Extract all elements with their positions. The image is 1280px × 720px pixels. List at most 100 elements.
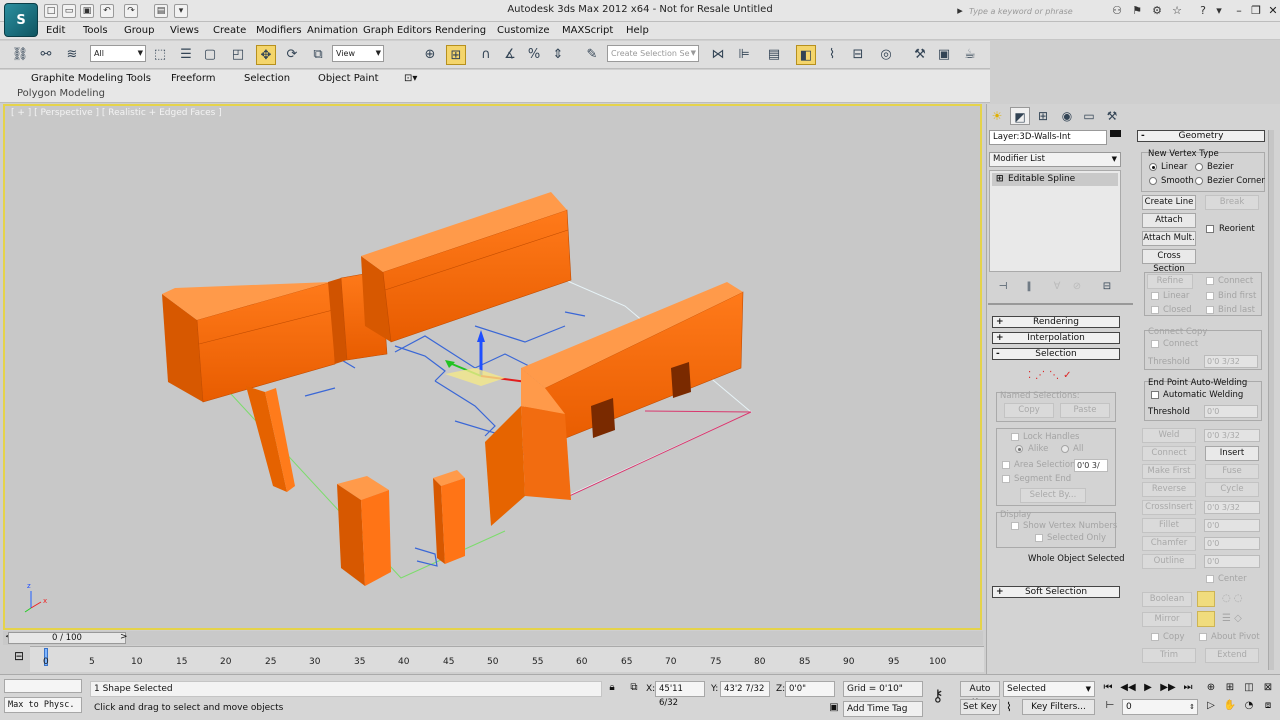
refine-button[interactable]: Refine: [1147, 274, 1193, 289]
tab-selection[interactable]: Selection: [244, 73, 290, 84]
make-unique-icon[interactable]: ∀: [1047, 277, 1067, 297]
insert-button[interactable]: Insert: [1205, 446, 1259, 461]
closed-checkbox[interactable]: [1151, 306, 1159, 314]
help-dropdown-icon[interactable]: ▾: [1212, 4, 1226, 18]
display-panel-icon[interactable]: ▭: [1079, 107, 1099, 125]
rollout-geometry[interactable]: - Geometry: [1137, 130, 1265, 142]
wall-back-tall[interactable]: [361, 192, 572, 343]
sub-object-level-icons[interactable]: ⁚⋰⋱✓: [1028, 370, 1076, 381]
outline-spinner[interactable]: 0'0: [1204, 555, 1260, 568]
copy-checkbox[interactable]: [1151, 633, 1159, 641]
rollout-interpolation[interactable]: + Interpolation: [992, 332, 1120, 344]
keyword-search-input[interactable]: Type a keyword or phrase: [965, 4, 1095, 19]
absolute-mode-icon[interactable]: ⧉: [626, 681, 642, 695]
bezier-radio[interactable]: [1195, 163, 1203, 171]
alike-radio[interactable]: [1015, 445, 1023, 453]
boolean-button[interactable]: Boolean: [1142, 592, 1192, 607]
help-icon[interactable]: ?: [1196, 4, 1210, 18]
menu-tools[interactable]: Tools: [83, 25, 108, 36]
zoom-icon[interactable]: ⊕: [1203, 681, 1219, 695]
menu-group[interactable]: Group: [124, 25, 154, 36]
tab-graphite-modeling-tools[interactable]: Graphite Modeling Tools: [31, 73, 151, 84]
render-setup-icon[interactable]: ⚒: [910, 45, 930, 65]
go-to-start-icon[interactable]: ⏮: [1100, 681, 1116, 695]
chamfer-spinner[interactable]: 0'0: [1204, 537, 1260, 550]
selection-filter-dropdown[interactable]: All ▼: [90, 45, 146, 62]
schematic-view-icon[interactable]: ⊟: [848, 45, 868, 65]
layer-name-field[interactable]: Layer:3D-Walls-Int: [989, 130, 1107, 145]
select-and-rotate-icon[interactable]: ⟳: [282, 45, 302, 65]
segment-end-checkbox[interactable]: [1002, 475, 1010, 483]
key-mode-toggle-icon[interactable]: ⊢: [1102, 699, 1118, 713]
menu-create[interactable]: Create: [213, 25, 246, 36]
tab-freeform[interactable]: Freeform: [171, 73, 216, 84]
wall-short-left[interactable]: [246, 386, 295, 492]
smooth-radio[interactable]: [1149, 177, 1157, 185]
zoom-extents-all-icon[interactable]: ⊠: [1260, 681, 1276, 695]
weld-spinner[interactable]: 0'0 3/32: [1204, 429, 1260, 442]
reverse-button[interactable]: Reverse: [1142, 482, 1196, 497]
rollout-soft-selection[interactable]: + Soft Selection: [992, 586, 1120, 598]
hierarchy-panel-icon[interactable]: ⊞: [1033, 107, 1053, 125]
fillet-spinner[interactable]: 0'0: [1204, 519, 1260, 532]
crossinsert-button[interactable]: CrossInsert: [1142, 500, 1196, 515]
align-icon[interactable]: ⊫: [734, 45, 754, 65]
graphite-toggle-icon[interactable]: ◧: [796, 45, 816, 65]
menu-help[interactable]: Help: [626, 25, 649, 36]
play-icon[interactable]: ▶: [1140, 681, 1156, 695]
automatic-welding-checkbox[interactable]: [1151, 391, 1159, 399]
bind-space-warp-icon[interactable]: ≋: [62, 45, 82, 65]
column-left[interactable]: [337, 476, 391, 586]
perspective-viewport[interactable]: z x [ + ] [ Perspective ] [ Realistic + …: [3, 104, 982, 630]
selected-only-checkbox[interactable]: [1035, 534, 1043, 542]
track-bar-toggle-icon[interactable]: ⊟: [10, 649, 28, 667]
paste-selection-button[interactable]: Paste: [1060, 403, 1110, 418]
fillet-button[interactable]: Fillet: [1142, 518, 1196, 533]
wall-left-long[interactable]: [162, 281, 336, 403]
time-next-arrow-icon[interactable]: >: [120, 632, 128, 642]
menu-maxscript[interactable]: MAXScript: [562, 25, 613, 36]
chamfer-button[interactable]: Chamfer: [1142, 536, 1196, 551]
selection-lock-icon[interactable]: 🔒︎: [604, 681, 620, 695]
rendered-frame-window-icon[interactable]: ▣: [934, 45, 954, 65]
rollout-rendering[interactable]: + Rendering: [992, 316, 1120, 328]
select-by-name-icon[interactable]: ☰: [176, 45, 196, 65]
render-production-icon[interactable]: ☕: [960, 45, 980, 65]
modifier-list-dropdown[interactable]: Modifier List ▼: [989, 152, 1121, 167]
mirror-icon[interactable]: ⋈: [708, 45, 728, 65]
object-color-swatch[interactable]: [1110, 130, 1121, 137]
set-key-mode-icon[interactable]: ⚷: [932, 686, 944, 705]
trim-button[interactable]: Trim: [1142, 648, 1196, 663]
bezier-corner-radio[interactable]: [1195, 177, 1203, 185]
binoculars-icon[interactable]: ⚇: [1110, 4, 1124, 18]
threshold2-spinner[interactable]: 0'0: [1204, 405, 1258, 418]
use-pivot-center-icon[interactable]: ⊕: [420, 45, 440, 65]
time-tag-icon[interactable]: ▣: [826, 701, 842, 715]
unlink-icon[interactable]: ⚯: [36, 45, 56, 65]
key-mode-dropdown[interactable]: Selected ▼: [1003, 681, 1095, 697]
rectangular-selection-icon[interactable]: ▢: [200, 45, 220, 65]
ribbon-subtab-polygon-modeling[interactable]: Polygon Modeling: [17, 88, 105, 99]
zoom-all-icon[interactable]: ⊞: [1222, 681, 1238, 695]
ribbon-options-icon[interactable]: ⊡▾: [404, 73, 417, 84]
curve-editor-icon[interactable]: ⌇: [822, 45, 842, 65]
configure-modifier-sets-icon[interactable]: ⊟: [1097, 277, 1117, 297]
named-selection-set-field[interactable]: Create Selection Se ▼: [607, 45, 699, 62]
all-radio[interactable]: [1061, 445, 1069, 453]
app-logo-icon[interactable]: S: [4, 3, 38, 37]
modify-panel-icon[interactable]: ◩: [1010, 107, 1030, 125]
viewport-label[interactable]: [ + ] [ Perspective ] [ Realistic + Edge…: [11, 108, 222, 118]
material-editor-icon[interactable]: ◎: [876, 45, 896, 65]
pan-view-icon[interactable]: ✋: [1222, 699, 1238, 713]
cycle-button[interactable]: Cycle: [1205, 482, 1259, 497]
threshold-spinner[interactable]: 0'0 3/32: [1204, 355, 1258, 368]
maxscript-listener-top[interactable]: [4, 679, 82, 693]
connect-copy-checkbox[interactable]: [1151, 340, 1159, 348]
field-of-view-icon[interactable]: ▷: [1203, 699, 1219, 713]
expand-plus-icon[interactable]: ⊞: [996, 173, 1004, 186]
area-selection-spinner[interactable]: 0'0 3/: [1074, 459, 1108, 472]
select-and-link-icon[interactable]: ⛓: [10, 45, 30, 65]
menu-views[interactable]: Views: [170, 25, 199, 36]
tab-object-paint[interactable]: Object Paint: [318, 73, 379, 84]
edit-named-selection-icon[interactable]: ✎: [582, 45, 602, 65]
